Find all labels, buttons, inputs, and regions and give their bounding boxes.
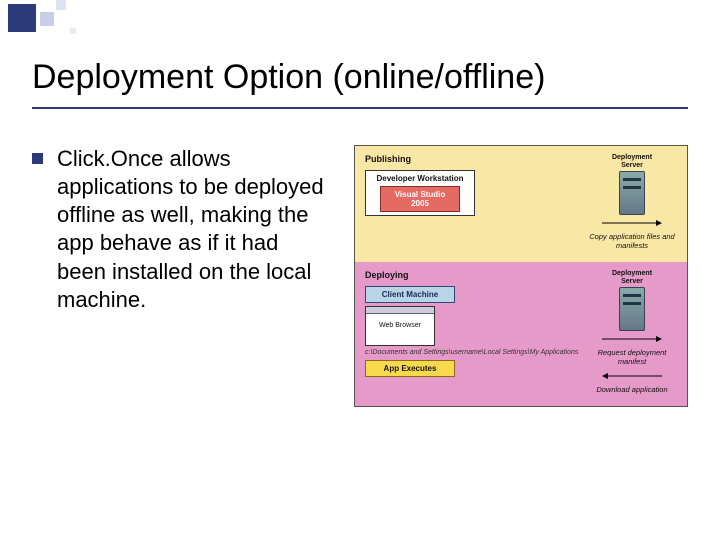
client-machine-box: Client Machine (365, 286, 455, 303)
publishing-heading: Publishing (365, 154, 579, 164)
server-icon (619, 171, 645, 215)
deploying-heading: Deploying (365, 270, 579, 280)
download-app-label: Download application (596, 386, 667, 394)
diagram-publishing-section: Publishing Developer Workstation Visual … (355, 146, 687, 262)
deploying-server-label: Deployment Server (611, 270, 653, 285)
slide-content: Deployment Option (online/offline) Click… (0, 0, 720, 427)
visual-studio-box: Visual Studio 2005 (380, 186, 460, 212)
app-executes-box: App Executes (365, 360, 455, 377)
arrow-right-icon (587, 218, 677, 228)
copy-files-label: Copy application files and manifests (587, 233, 677, 250)
bullet-icon (32, 153, 43, 164)
install-path-text: c:\Documents and Settings\username\Local… (365, 349, 579, 357)
dev-workstation-box: Developer Workstation Visual Studio 2005 (365, 170, 475, 216)
deployment-diagram: Publishing Developer Workstation Visual … (354, 145, 688, 407)
browser-label: Web Browser (366, 314, 434, 329)
arrow-left-icon (587, 371, 677, 381)
server-icon (619, 287, 645, 331)
bullet-block: Click.Once allows applications to be dep… (32, 145, 332, 314)
publishing-server-label: Deployment Server (611, 154, 653, 169)
arrow-right-icon (587, 334, 677, 344)
slide-title: Deployment Option (online/offline) (32, 58, 688, 109)
browser-window-icon: Web Browser (365, 306, 435, 346)
content-row: Click.Once allows applications to be dep… (32, 145, 688, 407)
diagram-deploying-section: Deploying Client Machine Web Browser c:\… (355, 262, 687, 406)
slide-corner-decoration (0, 0, 130, 48)
dev-workstation-label: Developer Workstation (370, 174, 470, 183)
body-text: Click.Once allows applications to be dep… (57, 145, 332, 314)
request-manifest-label: Request deployment manifest (587, 349, 677, 366)
